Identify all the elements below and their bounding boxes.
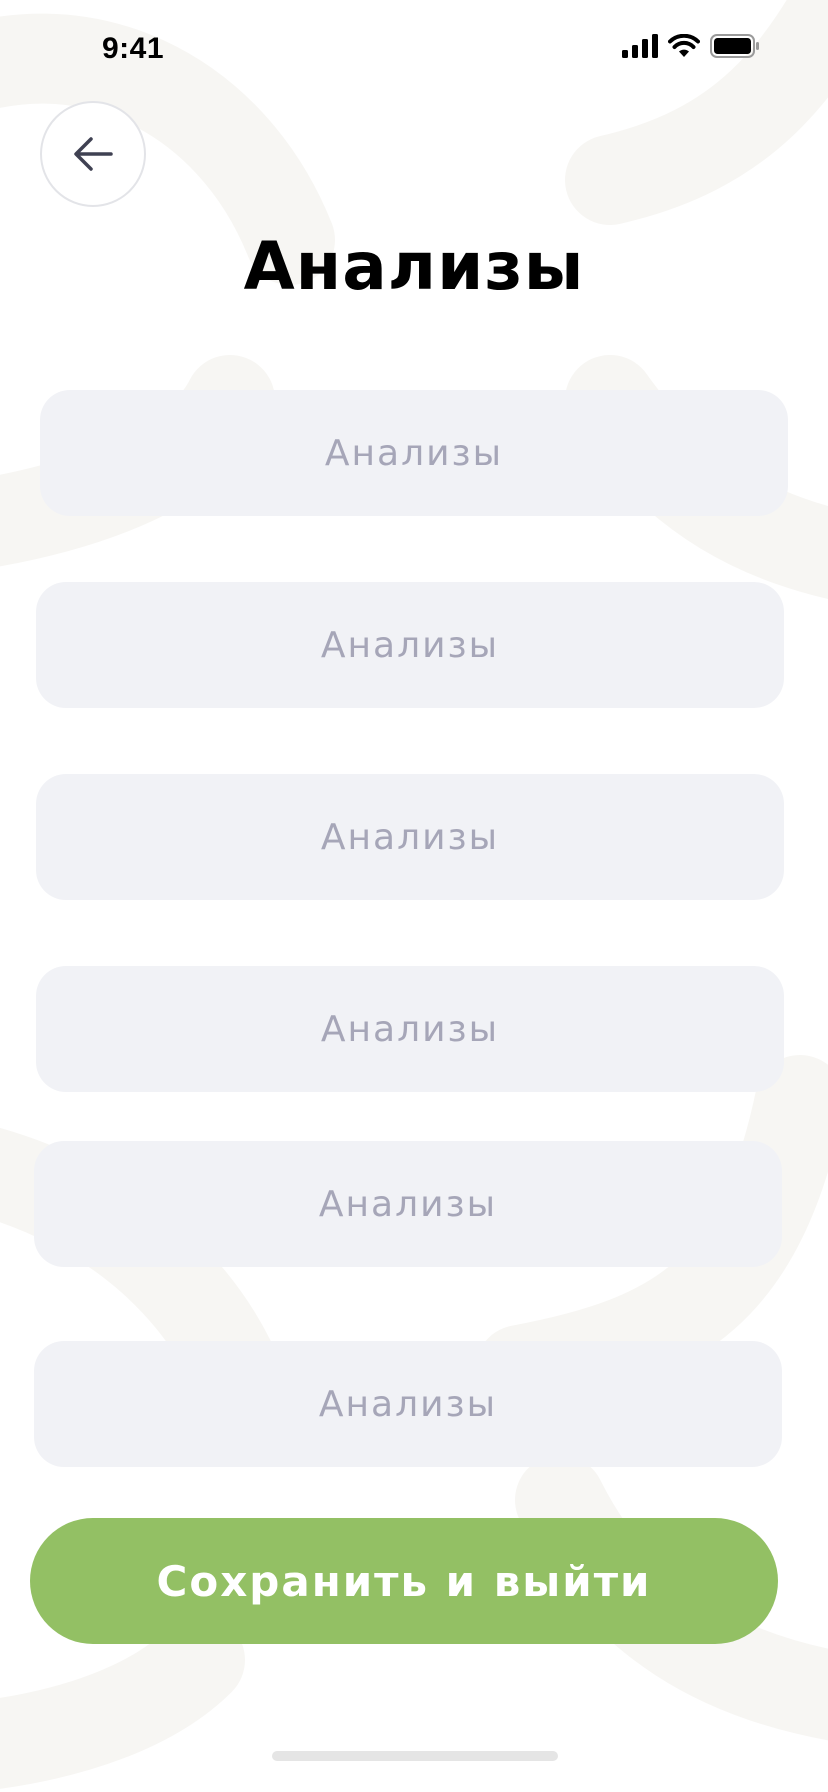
battery-icon	[710, 34, 759, 58]
status-bar: 9:41	[0, 0, 828, 100]
page-title: Анализы	[243, 228, 585, 305]
back-button[interactable]	[40, 101, 146, 207]
cellular-signal-icon	[622, 34, 658, 58]
analysis-field-3[interactable]: Анализы	[36, 774, 784, 900]
screen: 9:41 Анализы Анализы Анализы Анализы Ана…	[0, 0, 828, 1792]
analysis-field-6[interactable]: Анализы	[34, 1341, 782, 1467]
analysis-field-5[interactable]: Анализы	[34, 1141, 782, 1267]
analysis-field-1[interactable]: Анализы	[40, 390, 788, 516]
wifi-icon	[668, 34, 700, 57]
status-icons	[622, 34, 760, 58]
analysis-field-4[interactable]: Анализы	[36, 966, 784, 1092]
analysis-field-2[interactable]: Анализы	[36, 582, 784, 708]
status-time: 9:41	[102, 32, 165, 65]
save-and-exit-button[interactable]: Сохранить и выйти	[30, 1518, 778, 1644]
arrow-left-icon	[74, 137, 113, 171]
home-indicator	[272, 1751, 558, 1761]
